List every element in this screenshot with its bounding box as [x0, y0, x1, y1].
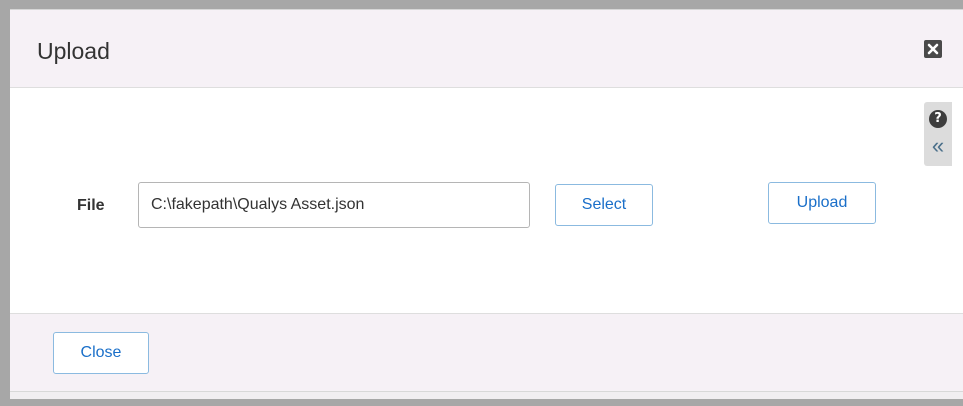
- dialog-footer: [10, 313, 963, 391]
- help-icon[interactable]: ?: [929, 110, 947, 128]
- upload-dialog: Upload ? « File Select Upload Close: [10, 9, 963, 399]
- select-button[interactable]: Select: [555, 184, 653, 226]
- dialog-bottom-strip: [10, 391, 963, 399]
- dialog-title: Upload: [37, 38, 110, 64]
- double-chevron-left-icon[interactable]: «: [929, 135, 947, 157]
- upload-button[interactable]: Upload: [768, 182, 876, 224]
- file-path-input[interactable]: [138, 182, 530, 228]
- close-x-icon[interactable]: [924, 40, 942, 58]
- file-label: File: [77, 197, 105, 214]
- dialog-header: Upload: [10, 10, 963, 88]
- help-side-tab: ? «: [924, 102, 952, 166]
- close-button[interactable]: Close: [53, 332, 149, 374]
